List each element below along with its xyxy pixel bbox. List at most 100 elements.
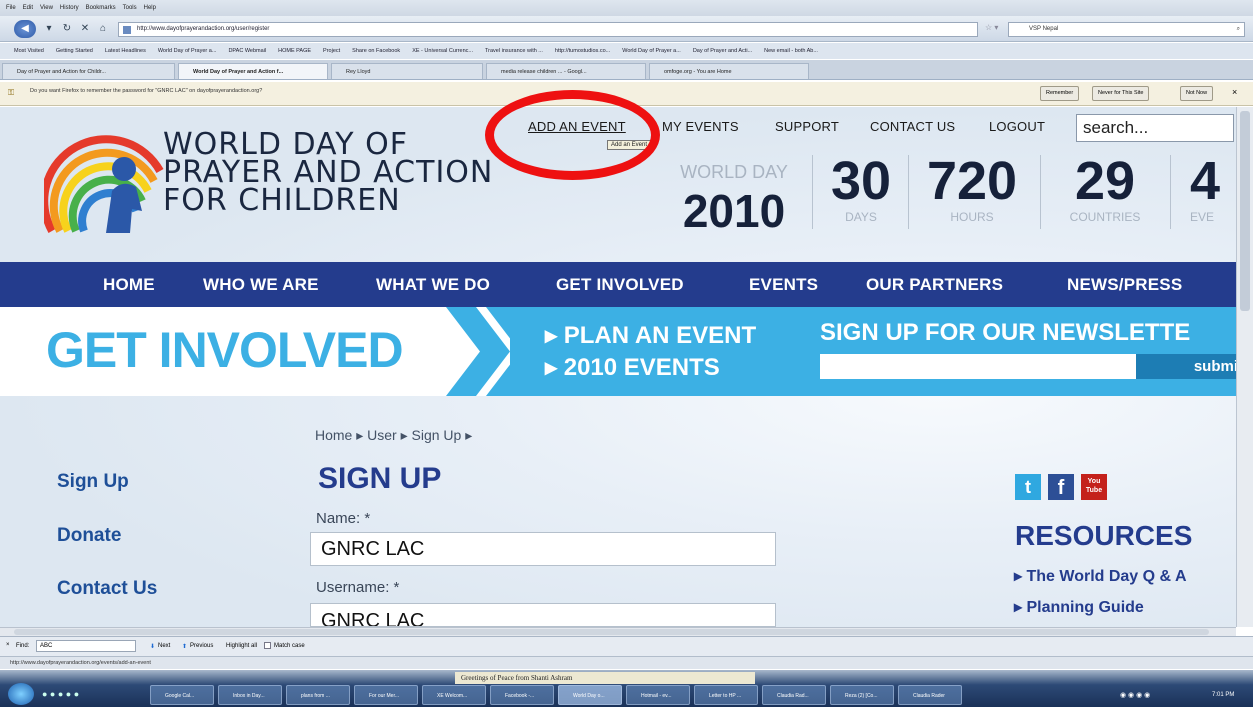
support-link[interactable]: SUPPORT [775, 119, 839, 134]
browser-tab[interactable]: omfoge.org - You are Home [649, 63, 809, 79]
taskbar-item[interactable]: Reza (2) [Co... [830, 685, 894, 705]
breadcrumb[interactable]: Home ▸ User ▸ Sign Up ▸ [315, 427, 472, 444]
nav-events[interactable]: EVENTS [749, 275, 818, 295]
taskbar-item[interactable]: plans from ... [286, 685, 350, 705]
bookmark-item[interactable]: HOME PAGE [278, 48, 311, 54]
taskbar-item[interactable]: Google Cal... [150, 685, 214, 705]
scroll-thumb[interactable] [14, 629, 1209, 635]
address-bar[interactable]: http://www.dayofprayerandaction.org/user… [118, 22, 978, 37]
browser-tab[interactable]: Day of Prayer and Action for Childr... [2, 63, 175, 79]
bookmark-item[interactable]: Most Visited [14, 48, 44, 54]
bookmark-item[interactable]: Project [323, 48, 340, 54]
search-icon[interactable]: ⌕ [1237, 23, 1240, 36]
bookmark-item[interactable]: Day of Prayer and Acti... [693, 48, 752, 54]
stat-days: 30 DAYS [826, 151, 896, 223]
name-field[interactable]: GNRC LAC [310, 532, 776, 566]
close-icon[interactable]: × [1232, 87, 1237, 97]
bookmark-item[interactable]: Latest Headlines [105, 48, 146, 54]
remember-button[interactable]: Remember [1040, 86, 1080, 101]
find-close-icon[interactable]: × [6, 642, 10, 648]
contact-us-link[interactable]: CONTACT US [870, 119, 955, 134]
menu-edit[interactable]: Edit [23, 5, 33, 11]
username-field[interactable]: GNRC LAC [310, 603, 776, 627]
taskbar-item[interactable]: Letter to HP ... [694, 685, 758, 705]
highlight-all-button[interactable]: Highlight all [226, 643, 257, 649]
nav-who-we-are[interactable]: WHO WE ARE [203, 275, 319, 295]
clock[interactable]: 7:01 PM [1212, 692, 1234, 698]
taskbar-item[interactable]: For our Mer... [354, 685, 418, 705]
nav-news-press[interactable]: NEWS/PRESS [1067, 275, 1182, 295]
site-search-input[interactable]: search... [1076, 114, 1234, 142]
bookmark-item[interactable]: XE - Universal Currenc... [412, 48, 473, 54]
bookmark-star-icon[interactable]: ☆ ▾ [985, 23, 998, 32]
site-logo-text[interactable]: WORLD DAY OF PRAYER AND ACTION FOR CHILD… [163, 130, 493, 216]
bookmark-item[interactable]: DPAC Webmail [228, 48, 266, 54]
start-button-icon[interactable] [8, 683, 34, 705]
home-icon[interactable]: ⌂ [94, 20, 112, 38]
nav-home[interactable]: HOME [103, 275, 155, 295]
bookmark-item[interactable]: World Day of Prayer a... [158, 48, 217, 54]
scroll-thumb[interactable] [1240, 111, 1250, 311]
browser-tab-active[interactable]: World Day of Prayer and Action f... [178, 63, 328, 79]
quick-launch-icons[interactable]: ● ● ● ● ● [42, 689, 132, 703]
taskbar-item[interactable]: Inbox in Day... [218, 685, 282, 705]
menu-help[interactable]: Help [144, 5, 156, 11]
bookmark-item[interactable]: Getting Started [56, 48, 93, 54]
bookmark-item[interactable]: Share on Facebook [352, 48, 400, 54]
nav-get-involved[interactable]: GET INVOLVED [556, 275, 684, 295]
resource-link-qa[interactable]: ▸ The World Day Q & A [1014, 566, 1187, 586]
plan-an-event-link[interactable]: ▸ PLAN AN EVENT [545, 321, 756, 350]
find-bar: × Find: ABC ⬇ Next ⬆ Previous Highlight … [0, 636, 1253, 656]
youtube-icon[interactable]: You Tube [1081, 474, 1107, 500]
menu-tools[interactable]: Tools [123, 5, 137, 11]
vertical-scrollbar[interactable] [1236, 107, 1253, 627]
nav-our-partners[interactable]: OUR PARTNERS [866, 275, 1003, 295]
menu-history[interactable]: History [60, 5, 79, 11]
taskbar-item[interactable]: Claudia Rader [898, 685, 962, 705]
back-button[interactable]: ◀ [14, 20, 36, 38]
find-previous-icon[interactable]: ⬆ [182, 643, 187, 650]
match-case-checkbox[interactable] [264, 642, 271, 649]
sidebar-item-contact-us[interactable]: Contact Us [57, 578, 157, 600]
bookmark-item[interactable]: http://tumostudios.co... [555, 48, 610, 54]
bookmark-item[interactable]: Travel insurance with ... [485, 48, 543, 54]
my-events-link[interactable]: MY EVENTS [662, 119, 739, 134]
browser-search-box[interactable]: VSP Nepal ⌕ [1008, 22, 1245, 37]
find-next-icon[interactable]: ⬇ [150, 643, 155, 650]
horizontal-scrollbar[interactable] [0, 627, 1236, 636]
resource-link-planning-guide[interactable]: ▸ Planning Guide [1014, 597, 1144, 617]
taskbar-item[interactable]: XE Welcom... [422, 685, 486, 705]
newsletter-email-input[interactable] [820, 354, 1136, 379]
taskbar-item[interactable]: Hotmail - ev... [626, 685, 690, 705]
taskbar-item[interactable]: Facebook -... [490, 685, 554, 705]
find-previous-button[interactable]: Previous [190, 643, 213, 649]
stop-icon[interactable]: ✕ [76, 20, 94, 38]
notification-popup[interactable]: Greetings of Peace from Shanti Ashram [455, 672, 755, 684]
reload-icon[interactable]: ↻ [58, 20, 76, 38]
status-url: http://www.dayofprayerandaction.org/even… [10, 660, 151, 666]
browser-tab[interactable]: Rey Lloyd [331, 63, 483, 79]
nav-what-we-do[interactable]: WHAT WE DO [376, 275, 490, 295]
menu-view[interactable]: View [40, 5, 53, 11]
taskbar-item[interactable]: Claudia Rad... [762, 685, 826, 705]
facebook-icon[interactable]: f [1048, 474, 1074, 500]
twitter-icon[interactable]: t [1015, 474, 1041, 500]
not-now-button[interactable]: Not Now [1180, 86, 1214, 101]
logout-link[interactable]: LOGOUT [989, 119, 1045, 134]
forward-dropdown-icon[interactable]: ▾ [40, 20, 58, 38]
bookmark-item[interactable]: World Day of Prayer a... [622, 48, 681, 54]
bookmark-item[interactable]: New email - both Ab... [764, 48, 818, 54]
main-navigation: HOME WHO WE ARE WHAT WE DO GET INVOLVED … [0, 262, 1253, 307]
browser-tab[interactable]: media release children ... - Googl... [486, 63, 646, 79]
site-favicon-icon [123, 26, 131, 34]
taskbar-item-active[interactable]: World Day o... [558, 685, 622, 705]
find-input[interactable]: ABC [36, 640, 136, 652]
2010-events-link[interactable]: ▸ 2010 EVENTS [545, 353, 720, 382]
sidebar-item-sign-up[interactable]: Sign Up [57, 471, 129, 493]
sidebar-item-donate[interactable]: Donate [57, 525, 121, 547]
find-next-button[interactable]: Next [158, 643, 170, 649]
system-tray-icons[interactable]: ◉ ◉ ◉ ◉ [1120, 691, 1150, 699]
menu-bookmarks[interactable]: Bookmarks [86, 5, 116, 11]
never-for-site-button[interactable]: Never for This Site [1092, 86, 1150, 101]
menu-file[interactable]: File [6, 5, 16, 11]
